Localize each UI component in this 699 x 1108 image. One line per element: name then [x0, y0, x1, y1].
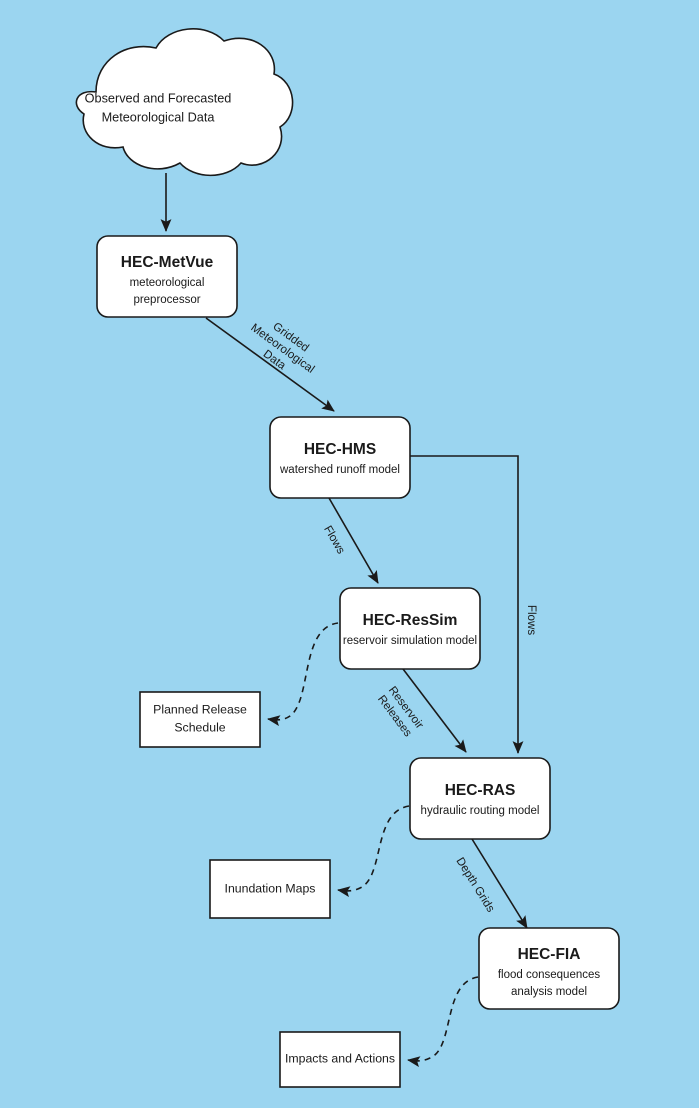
- hec-hms-title: HEC-HMS: [304, 441, 376, 458]
- hec-ras-title: HEC-RAS: [445, 782, 516, 799]
- node-hec-fia[interactable]: HEC-FIA flood consequences analysis mode…: [478, 927, 620, 1010]
- edge-ressim-to-planned-release: [267, 622, 339, 727]
- svg-text:Flows: Flows: [525, 605, 538, 635]
- hec-ressim-title: HEC-ResSim: [363, 612, 458, 629]
- flowchart-svg: Gridded Meteorological Data Flows Flows …: [75, 28, 620, 1088]
- node-impacts-and-actions[interactable]: Impacts and Actions: [279, 1031, 401, 1088]
- node-hec-hms[interactable]: HEC-HMS watershed runoff model: [269, 416, 411, 499]
- edge-fia-to-impacts: [407, 976, 479, 1068]
- edge-label-reservoir-releases: Reservoir Releases: [375, 684, 426, 740]
- node-hec-metvue[interactable]: HEC-MetVue meteorological preprocessor: [96, 235, 238, 318]
- hec-ressim-subtitle-line1: reservoir simulation model: [343, 635, 477, 647]
- node-hec-ras[interactable]: HEC-RAS hydraulic routing model: [409, 757, 551, 840]
- node-planned-release-schedule[interactable]: Planned Release Schedule: [139, 691, 261, 748]
- edge-label-depth-grids: Depth Grids: [453, 855, 497, 915]
- flowchart-canvas: Gridded Meteorological Data Flows Flows …: [0, 0, 699, 1108]
- node-hec-ressim[interactable]: HEC-ResSim reservoir simulation model: [339, 587, 481, 670]
- cloud-label-line2: Meteorological Data: [102, 110, 216, 124]
- edge-label-gridded-meteorological-data: Gridded Meteorological Data: [248, 320, 317, 376]
- hec-fia-title: HEC-FIA: [518, 946, 581, 963]
- cloud-label-line1: Observed and Forecasted: [85, 91, 232, 105]
- hec-fia-subtitle-line2: analysis model: [511, 986, 587, 998]
- hec-ras-subtitle-line1: hydraulic routing model: [421, 805, 540, 817]
- svg-text:Flows: Flows: [321, 523, 347, 556]
- node-source-cloud[interactable]: Observed and Forecasted Meteorological D…: [75, 28, 294, 177]
- node-inundation-maps[interactable]: Inundation Maps: [209, 859, 331, 919]
- impacts-and-actions-label: Impacts and Actions: [285, 1051, 395, 1065]
- edge-label-flows-left: Flows: [321, 523, 347, 556]
- hec-hms-subtitle-line1: watershed runoff model: [279, 464, 400, 476]
- edge-ras-to-inundation-maps: [337, 805, 410, 898]
- hec-fia-subtitle-line1: flood consequences: [498, 969, 601, 981]
- hec-metvue-subtitle-line1: meteorological: [130, 277, 205, 289]
- planned-release-schedule-label-line2: Schedule: [174, 720, 225, 734]
- inundation-maps-label: Inundation Maps: [225, 881, 316, 895]
- planned-release-schedule-label-line1: Planned Release: [153, 702, 247, 716]
- edge-label-flows-right: Flows: [525, 605, 538, 635]
- hec-metvue-title: HEC-MetVue: [121, 254, 214, 271]
- svg-text:Depth Grids: Depth Grids: [453, 855, 497, 915]
- hec-metvue-subtitle-line2: preprocessor: [133, 294, 200, 306]
